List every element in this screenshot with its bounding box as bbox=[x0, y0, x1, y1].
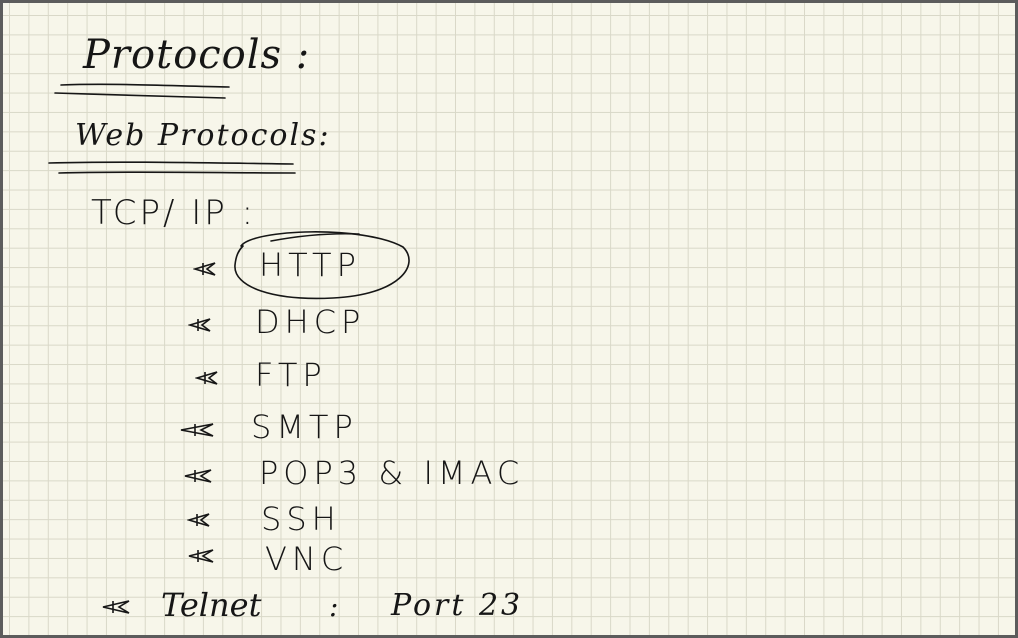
section-heading: Web Protocols: bbox=[75, 118, 331, 153]
http-overline bbox=[270, 232, 360, 242]
note-page: Protocols : Web Protocols: TCP/ IP : HTT… bbox=[3, 3, 1015, 635]
star-bullet-icon bbox=[180, 423, 214, 437]
telnet-separator: : bbox=[329, 590, 339, 623]
page-title: Protocols : bbox=[83, 32, 311, 78]
list-item-pop3-imac: POP3 & IMAC bbox=[259, 454, 525, 492]
ink-strokes bbox=[48, 83, 410, 300]
list-item-vnc: VNC bbox=[265, 540, 349, 578]
list-item-smtp: SMTP bbox=[251, 408, 358, 446]
subsection-heading: TCP/ IP : bbox=[91, 193, 257, 233]
list-item-dhcp: DHCP bbox=[255, 303, 366, 341]
list-item-ssh: SSH bbox=[261, 500, 341, 538]
telnet-label: Telnet bbox=[161, 586, 262, 624]
subtitle-underline-2 bbox=[58, 171, 296, 174]
star-bullet-icon bbox=[195, 371, 218, 385]
title-underline-2 bbox=[54, 92, 226, 99]
list-item-ftp: FTP bbox=[255, 356, 327, 394]
subtitle-underline-1 bbox=[48, 161, 294, 165]
star-bullet-icon bbox=[188, 318, 211, 332]
list-item-http: HTTP bbox=[259, 246, 361, 284]
star-bullet-icon bbox=[187, 513, 210, 527]
star-bullet-icon bbox=[188, 549, 214, 563]
telnet-port: Port 23 bbox=[391, 588, 524, 623]
star-bullet-icon bbox=[102, 600, 130, 614]
title-underline-1 bbox=[60, 83, 230, 88]
star-bullet-icon bbox=[193, 262, 216, 276]
star-bullet-icon bbox=[184, 469, 212, 483]
